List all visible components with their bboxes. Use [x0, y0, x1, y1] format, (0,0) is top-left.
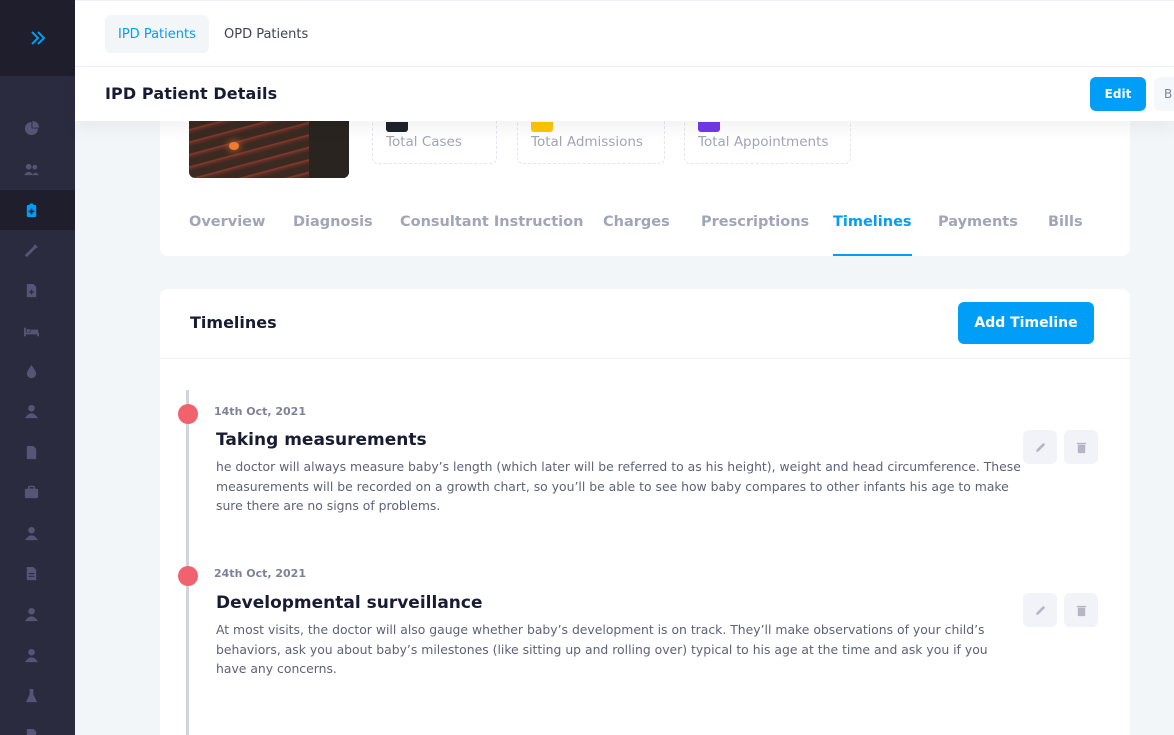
- edit-entry-button[interactable]: [1023, 593, 1057, 627]
- edit-entry-button[interactable]: [1023, 430, 1057, 464]
- misc-icon: [26, 728, 37, 735]
- sidebar-item-patients[interactable]: [0, 635, 75, 675]
- tab-payments[interactable]: Payments: [938, 214, 1018, 256]
- pencil-icon: [1035, 442, 1045, 452]
- tab-prescriptions[interactable]: Prescriptions: [701, 214, 809, 256]
- sidebar-item-documents[interactable]: [0, 432, 75, 472]
- sidebar-item-ipd[interactable]: [0, 190, 75, 230]
- sidebar: [0, 0, 75, 735]
- staff-icon: [24, 607, 39, 621]
- sidebar-item-doctors[interactable]: [0, 391, 75, 431]
- sidebar-item-nurses[interactable]: [0, 513, 75, 553]
- page-title: IPD Patient Details: [105, 84, 278, 103]
- tab-diagnosis[interactable]: Diagnosis: [293, 214, 373, 256]
- briefcase-icon: [24, 485, 39, 498]
- entry-title: Developmental surveillance: [216, 593, 483, 613]
- sidebar-item-misc[interactable]: [0, 715, 75, 735]
- trash-icon: [1076, 605, 1086, 616]
- tab-ipd-patients[interactable]: IPD Patients: [105, 15, 209, 53]
- timelines-card: Timelines Add Timeline 14th Oct, 2021 Ta…: [160, 289, 1130, 735]
- stat-label: Total Admissions: [531, 134, 643, 150]
- tab-bills[interactable]: Bills: [1048, 214, 1083, 256]
- pencil-icon: [1035, 605, 1045, 615]
- ipd-icon: [26, 202, 37, 217]
- stat-label: Total Cases: [386, 134, 462, 150]
- tab-opd-patients[interactable]: OPD Patients: [211, 15, 321, 53]
- file-medical-icon: [26, 283, 37, 297]
- sidebar-item-lab[interactable]: [0, 675, 75, 715]
- doctor-icon: [24, 404, 39, 418]
- user-icon: [24, 648, 39, 662]
- delete-entry-button[interactable]: [1064, 430, 1098, 464]
- stat-label: Total Appointments: [698, 134, 829, 150]
- nurse-icon: [24, 526, 39, 540]
- patient-type-tabs: IPD Patients OPD Patients: [75, 0, 1174, 67]
- page-header: IPD Patient Details Edit B: [75, 67, 1174, 121]
- tab-charges[interactable]: Charges: [603, 214, 670, 256]
- bed-icon: [24, 327, 39, 336]
- back-button[interactable]: B: [1154, 77, 1174, 111]
- entry-date: 14th Oct, 2021: [214, 405, 306, 418]
- sidebar-item-inventory[interactable]: [0, 472, 75, 512]
- tab-overview[interactable]: Overview: [189, 214, 265, 256]
- syringe-icon: [24, 243, 38, 257]
- lab-icon: [25, 688, 38, 702]
- document-icon: [26, 445, 37, 459]
- sidebar-item-staff[interactable]: [0, 594, 75, 634]
- timelines-title: Timelines: [190, 313, 277, 332]
- trash-icon: [1076, 442, 1086, 453]
- timelines-card-header: Timelines Add Timeline: [160, 289, 1130, 359]
- timeline-dot: [178, 566, 198, 586]
- sidebar-item-syringe[interactable]: [0, 230, 75, 270]
- calendar-icon: [531, 122, 553, 132]
- delete-entry-button[interactable]: [1064, 593, 1098, 627]
- edit-button[interactable]: Edit: [1090, 77, 1146, 111]
- sidebar-item-bed[interactable]: [0, 311, 75, 351]
- users-icon: [24, 163, 39, 175]
- sidebar-item-users[interactable]: [0, 149, 75, 189]
- patient-profile-card: 2 Total Cases 1 Total Admissions 2 Total…: [160, 110, 1130, 256]
- dashboard-icon: [24, 120, 39, 135]
- check-square-icon: [698, 122, 720, 132]
- entry-date: 24th Oct, 2021: [214, 567, 306, 580]
- double-chevron-right-icon: [30, 31, 45, 45]
- timeline-dot: [178, 404, 198, 424]
- report-icon: [26, 566, 37, 580]
- entry-description: he doctor will always measure baby’s len…: [216, 459, 1021, 513]
- add-timeline-button[interactable]: Add Timeline: [958, 302, 1094, 344]
- sidebar-item-file-medical[interactable]: [0, 270, 75, 310]
- entry-title: Taking measurements: [216, 430, 427, 450]
- sidebar-toggle[interactable]: [0, 0, 75, 76]
- entry-description: At most visits, the doctor will also gau…: [216, 622, 988, 676]
- cases-icon: [386, 122, 408, 132]
- sidebar-item-reports[interactable]: [0, 553, 75, 593]
- sidebar-item-blood-bank[interactable]: [0, 351, 75, 391]
- timeline-line: [186, 390, 189, 735]
- sidebar-item-dashboard[interactable]: [0, 108, 75, 148]
- tab-consultant-instruction[interactable]: Consultant Instruction: [400, 214, 583, 256]
- tab-timelines[interactable]: Timelines: [833, 214, 912, 256]
- blood-drop-icon: [26, 364, 37, 378]
